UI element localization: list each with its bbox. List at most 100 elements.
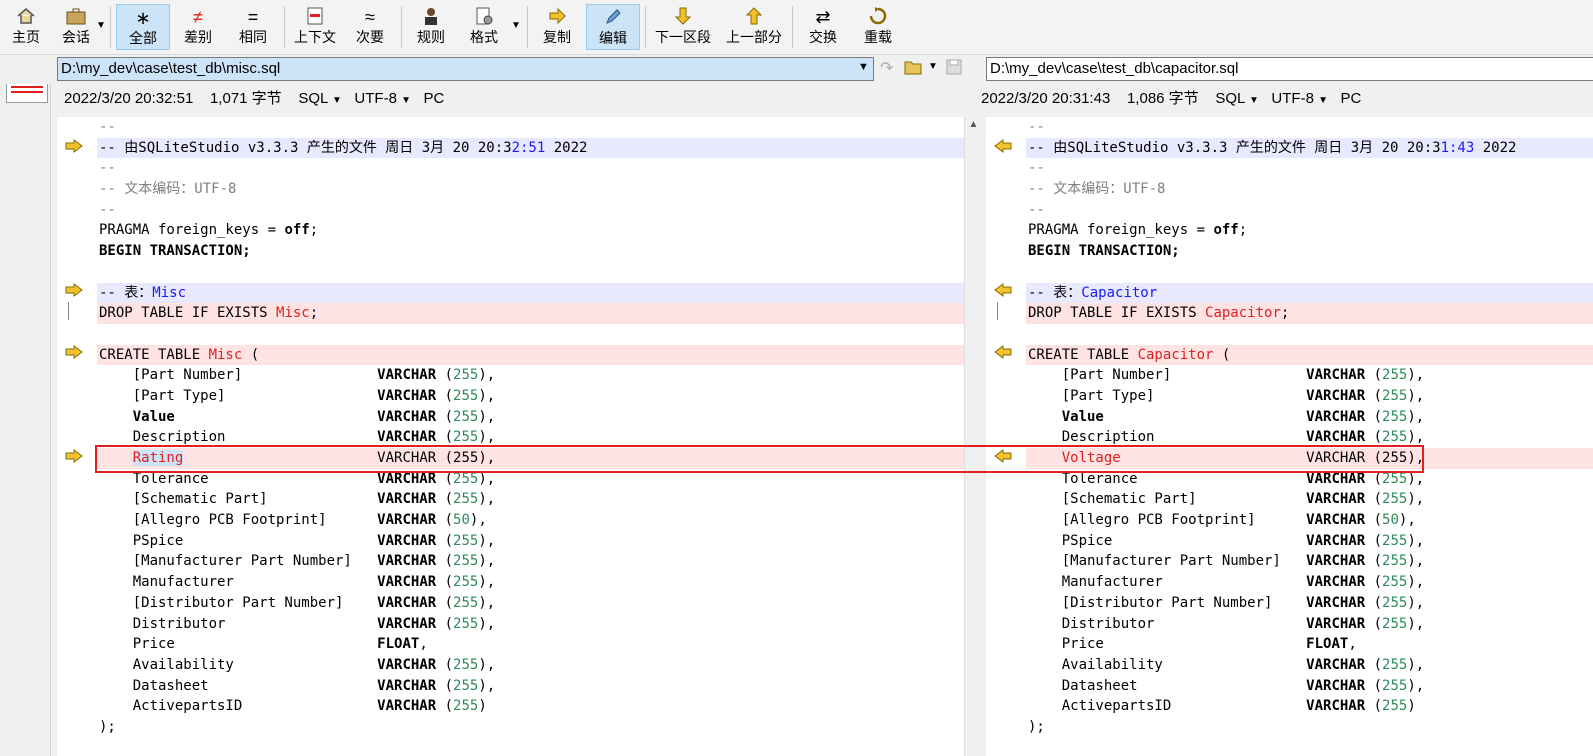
column-type: VARCHAR [377,677,437,694]
show-same-button[interactable]: = 相同 [230,4,276,50]
separator [401,6,402,48]
home-label: 主页 [12,29,40,45]
diff-arrow-right-icon[interactable] [65,345,83,359]
right-path-field[interactable]: D:\my_dev\case\test_db\capacitor.sql [986,57,1593,81]
code-text: ; [309,222,319,239]
code-text: ); [99,718,116,735]
code-line: -- [97,117,964,138]
paren: ( [436,512,454,529]
column-name: [Manufacturer Part Number] [132,553,352,570]
column-line: ActivepartsID VARCHAR (255) [1026,696,1593,717]
save-icon[interactable] [946,59,962,78]
right-encoding-select[interactable]: UTF-8 ▼ [1271,90,1328,107]
column-end: ), [1407,491,1425,508]
column-line: Price FLOAT, [97,634,964,655]
paren: ( [436,491,454,508]
folder-open-icon[interactable] [904,58,924,79]
column-type: VARCHAR [1306,698,1366,715]
session-button[interactable]: 会话 [56,4,96,50]
column-line: Distributor VARCHAR (255), [1026,614,1593,635]
copy-button[interactable]: 复制 [534,4,580,50]
column-size: 255 [1382,491,1408,508]
column-name: Rating [132,450,184,466]
diff-arrow-left-icon[interactable] [994,449,1012,463]
format-gear-icon [462,6,506,28]
left-code: -- -- 由SQLiteStudio v3.3.3 产生的文件 周日 3月 2… [97,117,964,738]
code-text: ); [1028,718,1045,735]
column-line: Datasheet VARCHAR (255), [1026,676,1593,697]
column-line: [Allegro PCB Footprint] VARCHAR (50), [1026,510,1593,531]
right-lineend[interactable]: PC [1341,90,1362,107]
column-end: ), [1407,532,1425,549]
swap-button[interactable]: ⇄ 交换 [801,4,845,50]
column-end: , [419,636,428,653]
diff-text: Misc [276,305,310,322]
minor-button[interactable]: ≈ 次要 [348,4,392,50]
comment: -- 表： [1028,284,1082,301]
left-format-select[interactable]: SQL ▼ [298,90,342,107]
diff-arrow-right-icon[interactable] [65,283,83,297]
edit-button[interactable]: 编辑 [586,4,640,50]
format-dropdown-icon[interactable]: ▼ [511,20,521,31]
column-end: ), [1407,615,1425,632]
rules-button[interactable]: 规则 [409,4,453,50]
show-diffs-button[interactable]: ≠ 差别 [175,4,221,50]
column-size: 255 [1382,594,1408,611]
next-section-button[interactable]: 下一区段 [651,4,715,50]
column-name: PSpice [1061,532,1113,549]
reload-button[interactable]: 重载 [856,4,900,50]
edit-label: 编辑 [599,30,627,46]
diff-arrow-left-icon[interactable] [994,283,1012,297]
right-columns: [Part Number] VARCHAR (255), [Part Type]… [1026,365,1593,717]
diff-arrow-right-icon[interactable] [65,449,83,463]
paren: ( [436,387,454,404]
swap-icon: ⇄ [815,7,831,27]
column-end: ), [478,491,496,508]
column-name: Voltage [1061,450,1121,466]
column-end: ), [1407,367,1425,384]
show-all-button[interactable]: ∗ 全部 [116,4,170,50]
column-size: 255 [453,553,479,570]
padding [1104,409,1306,425]
column-line: Manufacturer VARCHAR (255), [97,572,964,593]
column-line: [Manufacturer Part Number] VARCHAR (255)… [97,551,964,572]
comment: 2022 [545,139,588,156]
prev-part-button[interactable]: 上一部分 [722,4,786,50]
left-path-field[interactable]: D:\my_dev\case\test_db\misc.sql [57,57,874,81]
right-text-pane[interactable]: -- -- 由SQLiteStudio v3.3.3 产生的文件 周日 3月 2… [986,117,1593,756]
right-file-info: 2022/3/20 20:31:43 1,086 字节 SQL ▼ UTF-8 … [981,88,1361,110]
left-encoding-select[interactable]: UTF-8 ▼ [354,90,411,107]
paren: ( [436,698,454,715]
left-path-dropdown-icon[interactable]: ▼ [858,61,869,73]
left-text-pane[interactable]: -- -- 由SQLiteStudio v3.3.3 产生的文件 周日 3月 2… [57,117,964,756]
session-dropdown-icon[interactable]: ▼ [96,20,106,31]
paren: ( [1365,408,1383,425]
code-line: -- 文本编码：UTF-8 [1026,179,1593,200]
column-end: ), [1407,574,1425,591]
home-button[interactable]: 主页 [6,4,46,50]
paren: ( [436,367,454,384]
diff-arrow-left-icon[interactable] [994,139,1012,153]
column-type: VARCHAR [377,470,437,487]
left-lineend[interactable]: PC [424,90,445,107]
padding [268,491,378,507]
padding [1154,616,1306,632]
column-end: ), [1407,677,1425,694]
right-format-select[interactable]: SQL ▼ [1215,90,1259,107]
code-line: CREATE TABLE Capacitor ( [1026,344,1593,366]
column-end: ), [478,387,496,404]
scroll-up-icon[interactable]: ▲ [965,119,982,130]
right-format-value: SQL [1215,90,1245,107]
code-line: ); [97,717,964,738]
context-button[interactable]: 上下文 [291,4,339,50]
format-button[interactable]: 格式 [462,4,506,50]
diff-arrow-right-icon[interactable] [65,139,83,153]
comment: -- 由SQLiteStudio v3.3.3 产生的文件 周日 3月 20 2… [99,139,512,156]
column-size: 255 [453,656,479,673]
vertical-scrollbar[interactable]: ▲ [964,117,982,756]
diff-arrow-left-icon[interactable] [994,345,1012,359]
redo-icon[interactable]: ↷ [880,58,893,78]
reload-label: 重载 [864,29,892,45]
folder-dropdown-icon[interactable]: ▼ [928,61,938,72]
comment: -- [1028,119,1045,135]
